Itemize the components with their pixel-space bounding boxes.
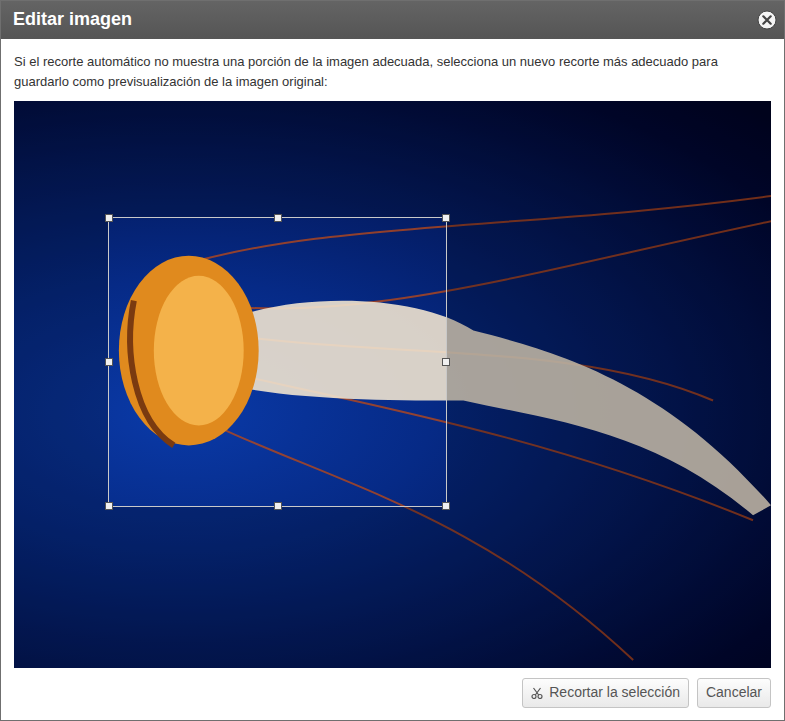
crop-selection[interactable] xyxy=(108,217,447,507)
crop-handle[interactable] xyxy=(442,502,450,510)
title-bar: Editar imagen xyxy=(1,1,784,39)
scissors-icon xyxy=(531,687,543,699)
instructions-text: Si el recorte automático no muestra una … xyxy=(14,52,771,92)
crop-handle[interactable] xyxy=(274,502,282,510)
crop-handle[interactable] xyxy=(105,214,113,222)
crop-handle[interactable] xyxy=(442,214,450,222)
close-icon xyxy=(757,10,777,30)
dialog-body: Si el recorte automático no muestra una … xyxy=(1,39,784,720)
crop-handle[interactable] xyxy=(274,214,282,222)
edit-image-dialog: Editar imagen Si el recorte automático no… xyxy=(0,0,785,721)
crop-handle[interactable] xyxy=(442,358,450,366)
cancel-button[interactable]: Cancelar xyxy=(697,678,771,708)
dialog-title: Editar imagen xyxy=(13,9,132,31)
button-label: Cancelar xyxy=(706,683,762,703)
close-button[interactable] xyxy=(756,9,778,31)
jellyfish-photo xyxy=(14,101,771,668)
crop-button[interactable]: Recortar la selección xyxy=(522,678,689,708)
image-preview xyxy=(14,101,771,668)
button-bar: Recortar la selección Cancelar xyxy=(14,668,771,720)
crop-handle[interactable] xyxy=(105,502,113,510)
crop-handle[interactable] xyxy=(105,358,113,366)
button-label: Recortar la selección xyxy=(549,683,680,703)
